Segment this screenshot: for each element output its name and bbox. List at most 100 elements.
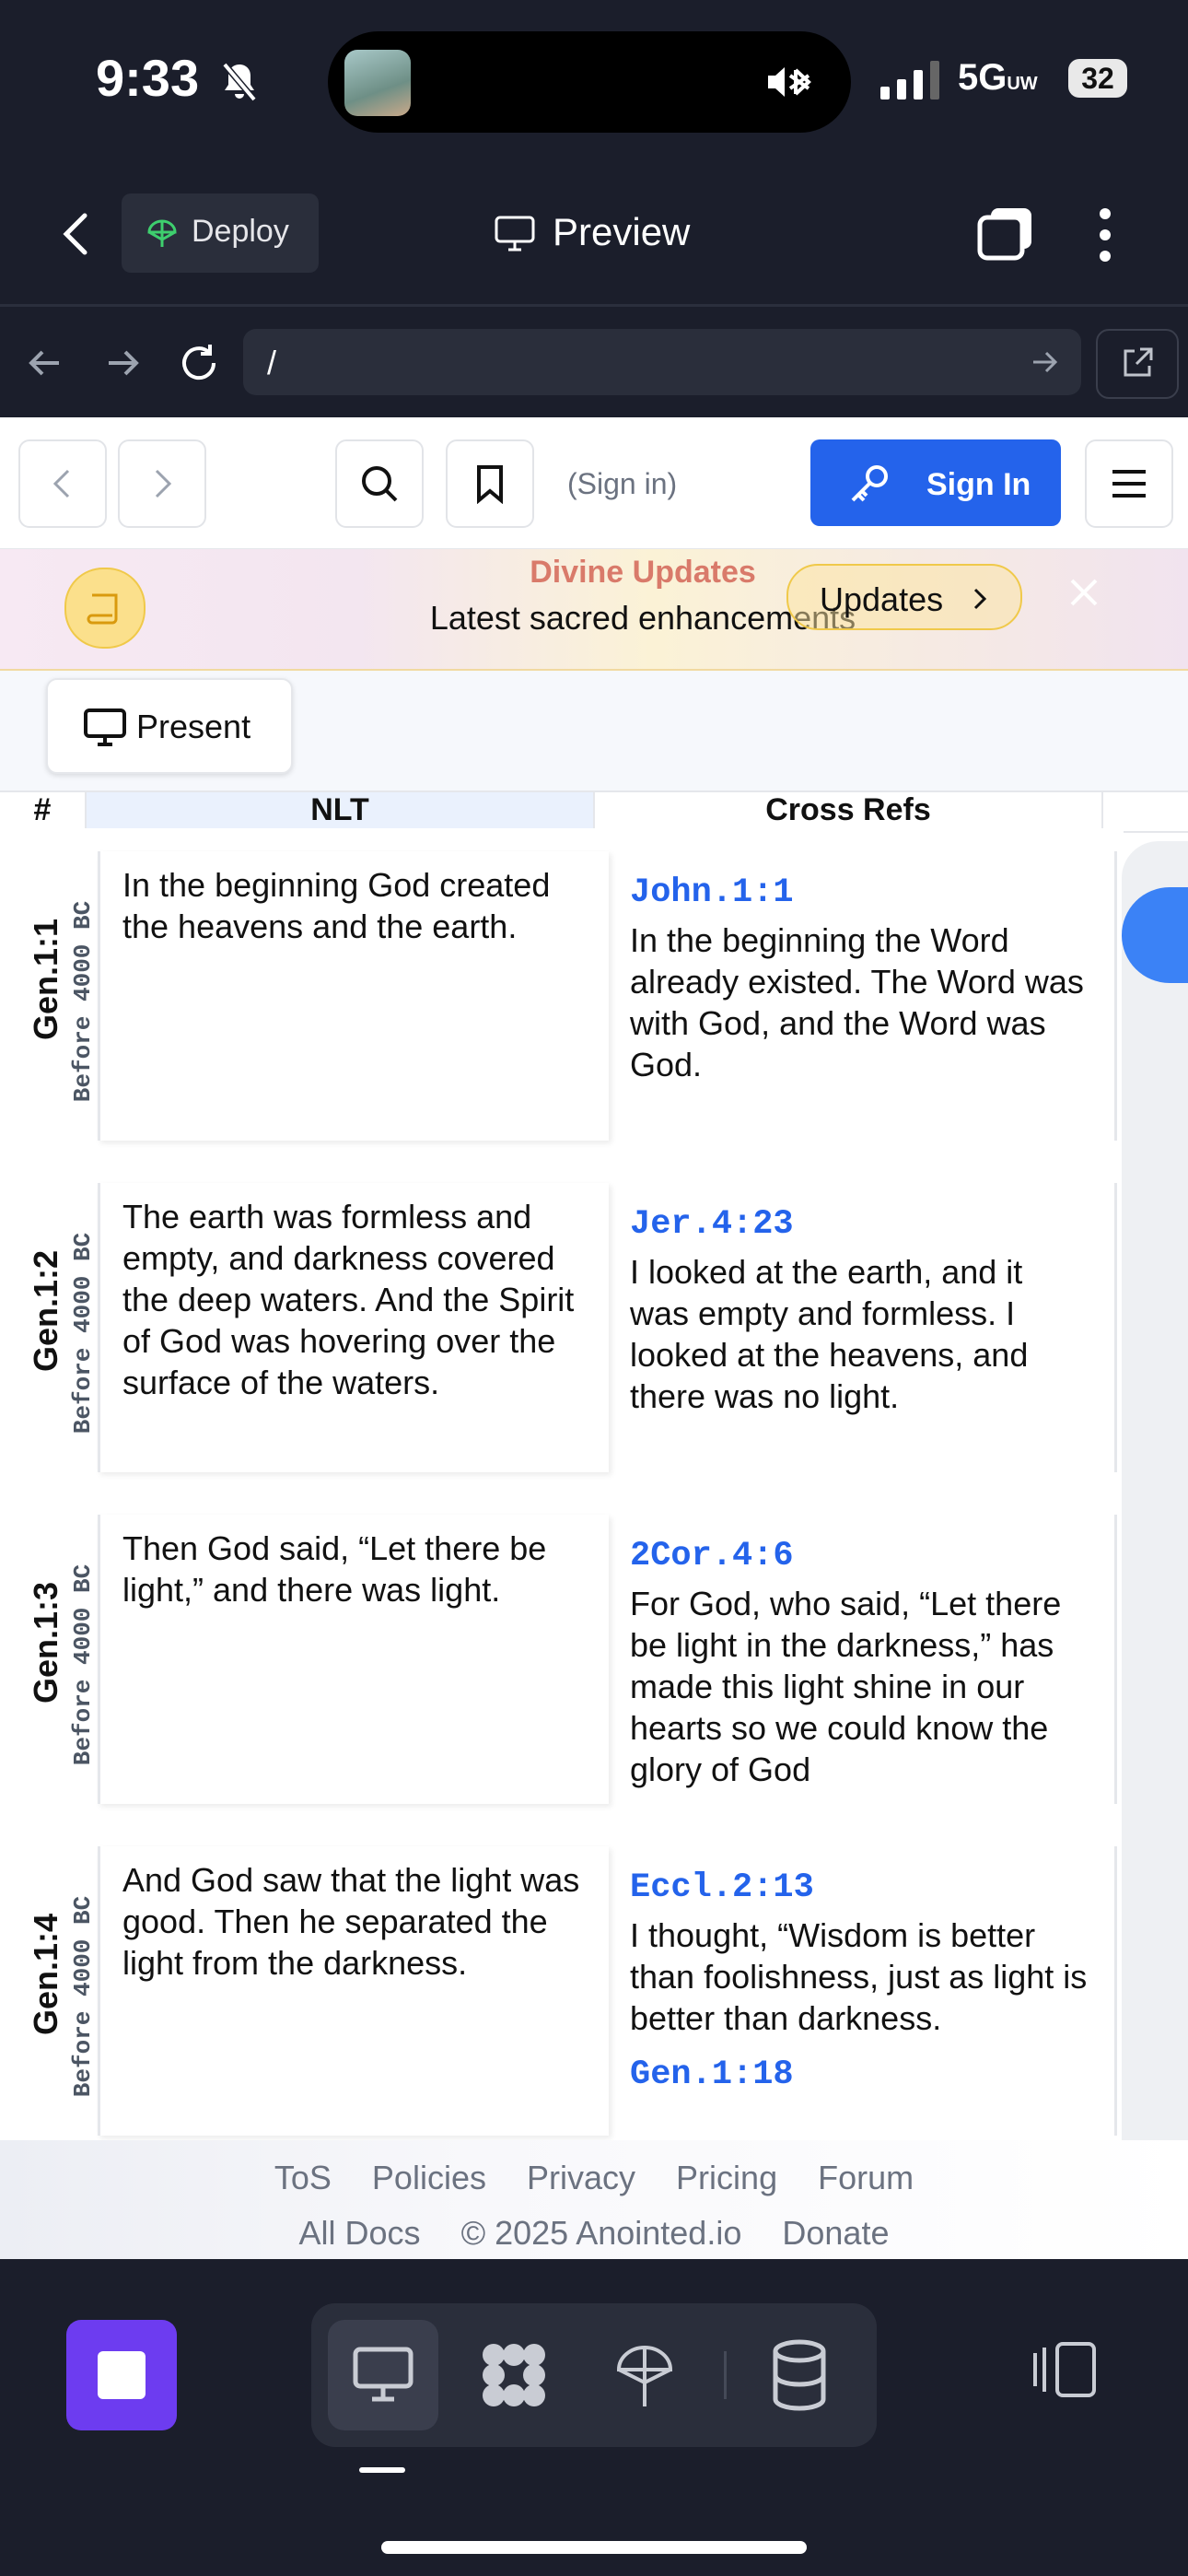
stop-button[interactable] [66, 2320, 177, 2430]
nav-next-button[interactable] [118, 439, 206, 528]
site-navbar: (Sign in) Sign In [0, 417, 1188, 551]
cross-ref-cell: Jer.4:23 I looked at the earth, and it w… [608, 1183, 1117, 1472]
menu-button[interactable] [1085, 439, 1173, 528]
present-button[interactable]: Present [46, 678, 293, 774]
verse-reference[interactable]: Gen.1:4 [27, 1836, 65, 2113]
divider [724, 2351, 727, 2399]
nlt-text: Then God said, “Let there be light,” and… [122, 1529, 547, 1609]
status-bar: 9:33 5GUW 32 [0, 0, 1188, 161]
column-header-number: # [0, 792, 87, 828]
verse-reference[interactable]: Gen.1:3 [27, 1505, 65, 1781]
side-scroll-track[interactable] [1122, 841, 1188, 2259]
network-type: 5GUW [958, 57, 1038, 98]
bookmark-button[interactable] [446, 439, 534, 528]
monitor-icon [353, 2347, 413, 2402]
footer-link-privacy[interactable]: Privacy [527, 2159, 635, 2196]
bell-muted-icon [222, 62, 257, 102]
table-row: Gen.1:1 Before 4000 BC In the beginning … [0, 831, 1124, 1165]
nlt-text: And God saw that the light was good. The… [122, 1861, 580, 1982]
chevron-right-icon [973, 588, 987, 610]
dynamic-island [328, 31, 851, 133]
clock: 9:33 [96, 49, 200, 107]
bluetooth-muted-icon [768, 67, 811, 97]
hamburger-menu-icon [1112, 470, 1146, 498]
column-header-nlt[interactable]: NLT [87, 792, 595, 828]
verse-reference[interactable]: Gen.1:2 [27, 1173, 65, 1449]
reload-icon[interactable] [177, 341, 221, 385]
external-link-icon [1124, 347, 1153, 377]
footer-links-row-2: All Docs © 2025 Anointed.io Donate [0, 2214, 1188, 2253]
search-icon [362, 466, 398, 502]
signal-icon [880, 61, 939, 100]
bottom-toolbar [0, 2259, 1188, 2576]
close-icon[interactable] [1068, 577, 1100, 608]
nav-prev-button[interactable] [18, 439, 107, 528]
key-icon [851, 465, 888, 502]
footer-link-pricing[interactable]: Pricing [676, 2159, 777, 2196]
go-arrow-icon[interactable] [1030, 347, 1061, 377]
footer-link-forum[interactable]: Forum [818, 2159, 914, 2196]
cross-ref-link[interactable]: Eccl.2:13 [608, 1846, 1114, 1907]
nlt-cell: Then God said, “Let there be light,” and… [98, 1515, 609, 1804]
footer-links-row-1: ToS Policies Privacy Pricing Forum [0, 2159, 1188, 2197]
verse-date: Before 4000 BC [69, 1895, 97, 2098]
nlt-cell: And God saw that the light was good. The… [98, 1846, 609, 2136]
footer-link-donate[interactable]: Donate [782, 2214, 889, 2252]
workspace-grid-icon[interactable] [479, 2340, 549, 2410]
view-switcher [311, 2303, 877, 2447]
verse-reference[interactable]: Gen.1:1 [27, 841, 65, 1118]
sign-in-label: Sign In [926, 467, 1031, 502]
tabs-icon[interactable] [976, 205, 1037, 262]
deploy-icon [147, 219, 177, 247]
cross-ref-text: I looked at the earth, and it was empty … [630, 1253, 1029, 1415]
monitor-icon [84, 708, 126, 746]
column-header-cross-refs[interactable]: Cross Refs [595, 792, 1103, 828]
nlt-cell: In the beginning God created the heavens… [98, 851, 609, 1141]
present-label: Present [136, 708, 251, 745]
verse-date: Before 4000 BC [69, 1232, 97, 1434]
footer-link-tos[interactable]: ToS [274, 2159, 332, 2196]
table-header: # NLT Cross Refs [0, 790, 1188, 833]
footer-link-policies[interactable]: Policies [372, 2159, 486, 2196]
url-input[interactable]: / [243, 329, 1081, 395]
updates-button[interactable]: Updates [786, 564, 1022, 630]
chevron-left-icon [52, 469, 70, 498]
toolbar-strip: Present [0, 671, 1188, 790]
cross-ref-link[interactable]: John.1:1 [608, 851, 1114, 912]
updates-banner: Divine Updates Latest sacred enhancement… [0, 549, 1188, 671]
web-page: (Sign in) Sign In Divine Updates Latest … [0, 417, 1188, 2259]
table-row: Gen.1:4 Before 4000 BC And God saw that … [0, 1826, 1124, 2158]
deploy-label: Deploy [192, 214, 289, 249]
deploy-icon[interactable] [615, 2342, 674, 2410]
browser-forward-icon[interactable] [103, 345, 142, 381]
bookmark-icon [477, 465, 503, 504]
browser-back-icon[interactable] [26, 345, 64, 381]
site-footer: ToS Policies Privacy Pricing Forum All D… [0, 2140, 1188, 2259]
cross-ref-text: For God, who said, “Let there be light i… [630, 1585, 1062, 1788]
footer-link-all-docs[interactable]: All Docs [299, 2214, 421, 2252]
cross-ref-link[interactable]: Jer.4:23 [608, 1183, 1114, 1244]
search-button[interactable] [335, 439, 424, 528]
database-icon[interactable] [772, 2338, 827, 2412]
cross-ref-link[interactable]: 2Cor.4:6 [608, 1515, 1114, 1575]
home-indicator[interactable] [381, 2541, 807, 2554]
monitor-icon [495, 216, 535, 252]
split-view-icon[interactable] [1031, 2340, 1098, 2399]
cross-ref-text: In the beginning the Word already existe… [630, 921, 1084, 1083]
stop-icon [98, 2351, 146, 2399]
verse-date: Before 4000 BC [69, 900, 97, 1103]
cross-ref-cell: Eccl.2:13 I thought, “Wisdom is better t… [608, 1846, 1117, 2136]
tab-preview[interactable] [328, 2320, 438, 2430]
battery-indicator: 32 [1068, 59, 1127, 98]
cross-ref-text: I thought, “Wisdom is better than foolis… [630, 1916, 1088, 2037]
cross-ref-link[interactable]: Gen.1:18 [608, 2039, 1114, 2094]
sign-in-button[interactable]: Sign In [810, 439, 1061, 526]
updates-button-label: Updates [820, 580, 944, 618]
open-external-button[interactable] [1096, 329, 1179, 399]
cross-ref-cell: 2Cor.4:6 For God, who said, “Let there b… [608, 1515, 1117, 1804]
back-chevron-icon[interactable] [57, 210, 98, 258]
active-tab-indicator [359, 2467, 405, 2473]
table-row: Gen.1:2 Before 4000 BC The earth was for… [0, 1163, 1124, 1497]
more-vertical-icon[interactable] [1096, 206, 1114, 263]
deploy-button[interactable]: Deploy [122, 193, 319, 273]
